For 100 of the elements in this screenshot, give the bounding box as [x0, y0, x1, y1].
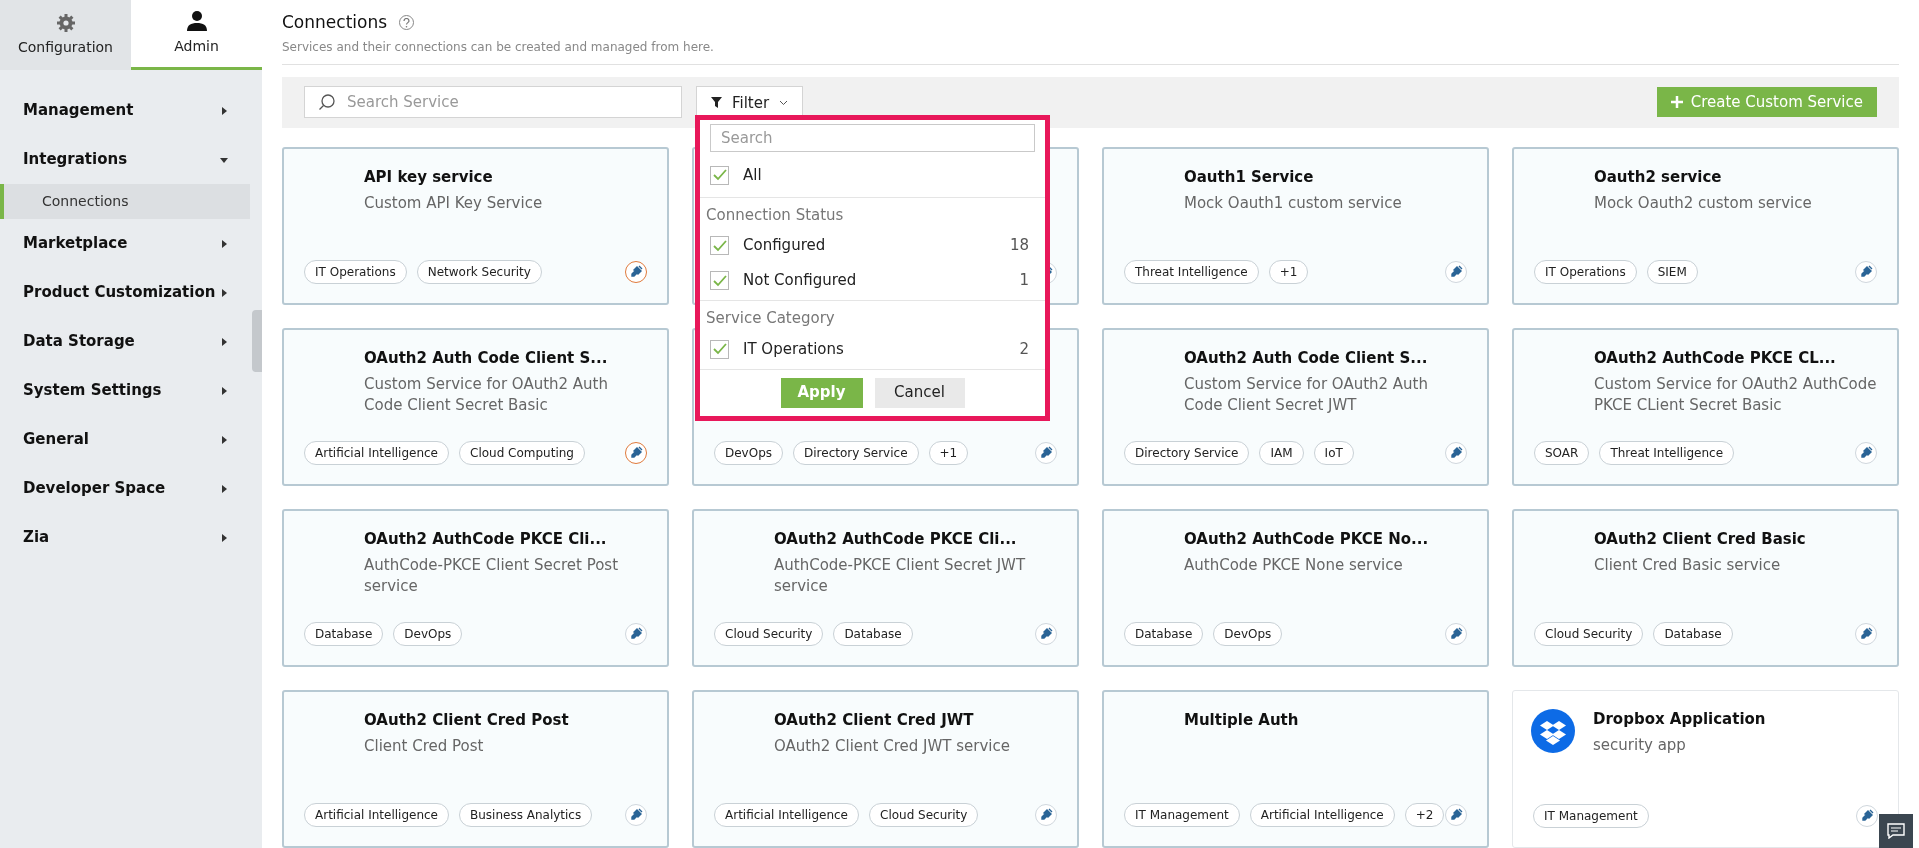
- service-title: API key service: [364, 167, 494, 187]
- category-tag: Artificial Intelligence: [304, 803, 449, 827]
- search-field[interactable]: Search Service: [304, 86, 682, 119]
- filter-group-heading: Connection Status: [705, 204, 845, 226]
- checkbox[interactable]: [710, 339, 729, 359]
- service-card[interactable]: OAuth2 Auth Code Client S... Custom Service for OAuth2 Auth Code Client Secret JWT Directory Service IAM IoT: [1102, 328, 1489, 486]
- caret-right-icon: [220, 484, 228, 493]
- page-subtitle: Services and their connections can be created and managed from here.: [282, 38, 715, 56]
- service-title: OAuth2 AuthCode PKCE Cli...: [364, 529, 608, 549]
- chat-icon: [1887, 823, 1905, 839]
- checkbox[interactable]: [710, 271, 729, 290]
- service-card[interactable]: OAuth2 Auth Code Client S... Custom Service for OAuth2 Auth Code Client Secret Basic Artificial Intelligence Cloud Computing: [282, 328, 669, 486]
- funnel-icon: [711, 97, 722, 109]
- service-card[interactable]: API key service Custom API Key Service IT Operations Network Security: [282, 147, 669, 305]
- plus-icon: [1670, 96, 1683, 109]
- search-icon: [318, 93, 336, 112]
- service-card[interactable]: OAuth2 AuthCode PKCE Cli... AuthCode-PKCE Client Secret JWT service Cloud Security Database: [692, 509, 1079, 667]
- service-description: Client Cred Post: [364, 736, 485, 757]
- service-card[interactable]: Oauth1 Service Mock Oauth1 custom service Threat Intelligence +1: [1102, 147, 1489, 305]
- gear-icon: [55, 12, 76, 33]
- category-tag: Cloud Security: [869, 803, 979, 827]
- service-description: AuthCode-PKCE Client Secret Post service: [364, 555, 620, 597]
- category-tag: Business Analytics: [459, 803, 593, 827]
- filter-option[interactable]: All: [700, 160, 1045, 198]
- service-description: Mock Oauth2 custom service: [1594, 193, 1812, 214]
- chat-button[interactable]: [1879, 814, 1913, 848]
- service-card[interactable]: OAuth2 AuthCode PKCE Cli... AuthCode-PKCE Client Secret Post service Database DevOps: [282, 509, 669, 667]
- category-tag: IT Management: [1533, 804, 1649, 828]
- service-card[interactable]: OAuth2 Client Cred Basic Client Cred Basic service Cloud Security Database: [1512, 509, 1899, 667]
- filter-search-field[interactable]: Search: [710, 124, 1035, 152]
- service-title: Dropbox Application: [1593, 709, 1766, 729]
- service-title: OAuth2 Auth Code Client S...: [1184, 348, 1429, 368]
- category-tag: IT Operations: [304, 260, 407, 284]
- category-tag: SIEM: [1646, 260, 1698, 284]
- plug-icon[interactable]: [625, 442, 647, 464]
- caret-right-icon: [220, 337, 228, 346]
- nav-item[interactable]: Marketplace: [0, 219, 250, 268]
- nav-item[interactable]: Data Storage: [0, 317, 250, 366]
- category-tag: Threat Intelligence: [1124, 260, 1259, 284]
- caret-down-icon: [220, 155, 228, 164]
- category-tag: Database: [1124, 622, 1204, 646]
- service-description: OAuth2 Client Cred JWT service: [774, 736, 1010, 757]
- filter-group-heading: Service Category: [705, 308, 836, 329]
- service-description: security app: [1593, 735, 1687, 756]
- category-tag: Database: [304, 622, 384, 646]
- category-tag: DevOps: [714, 441, 784, 465]
- option-count: 18: [1009, 235, 1030, 257]
- service-description: Custom Service for OAuth2 Auth Code Client Secret JWT: [1184, 374, 1429, 416]
- service-card[interactable]: Oauth2 service Mock Oauth2 custom service IT Operations SIEM: [1512, 147, 1899, 305]
- chevron-down-icon: [779, 99, 789, 106]
- nav-item[interactable]: Integrations: [0, 135, 250, 184]
- top-tab[interactable]: Admin: [131, 0, 262, 70]
- category-tag: Artificial Intelligence: [714, 803, 859, 827]
- top-tab[interactable]: Configuration: [0, 0, 131, 70]
- service-card[interactable]: OAuth2 AuthCode PKCE No... AuthCode PKCE None service Database DevOps: [1102, 509, 1489, 667]
- category-tag: Network Security: [416, 260, 542, 284]
- filter-option[interactable]: Not Configured 1: [700, 263, 1045, 298]
- service-title: OAuth2 AuthCode PKCE Cli...: [774, 529, 1018, 549]
- category-tag: IT Operations: [1534, 260, 1637, 284]
- category-tag: Directory Service: [793, 441, 919, 465]
- collapse-handle[interactable]: [252, 310, 262, 372]
- category-tag: Threat Intelligence: [1599, 441, 1735, 465]
- category-tag: IAM: [1259, 441, 1304, 465]
- category-tag: +2: [1404, 803, 1445, 827]
- service-title: Oauth2 service: [1594, 167, 1723, 187]
- checkbox[interactable]: [710, 165, 729, 185]
- service-description: AuthCode-PKCE Client Secret JWT service: [774, 555, 1027, 597]
- service-description: AuthCode PKCE None service: [1184, 555, 1404, 576]
- category-tag: Database: [833, 622, 913, 646]
- category-tag: IoT: [1313, 441, 1354, 465]
- category-tag: Cloud Security: [1534, 622, 1644, 646]
- nav-item[interactable]: General: [0, 415, 250, 464]
- service-title: Oauth1 Service: [1184, 167, 1315, 187]
- nav-item[interactable]: Product Customization: [0, 268, 250, 317]
- service-card[interactable]: OAuth2 AuthCode PKCE CL... Custom Service for OAuth2 AuthCode PKCE CLient Secret Basic SOAR Threat Intelligence: [1512, 328, 1899, 486]
- category-tag: DevOps: [1213, 622, 1283, 646]
- filter-option[interactable]: Configured 18: [700, 228, 1045, 263]
- caret-right-icon: [220, 288, 228, 297]
- nav-subitem[interactable]: Connections: [0, 184, 250, 219]
- checkbox[interactable]: [710, 236, 729, 255]
- service-card[interactable]: Multiple Auth IT Management Artificial Intelligence +2: [1102, 690, 1489, 848]
- box-logo-icon: [1531, 709, 1575, 753]
- caret-right-icon: [220, 239, 228, 248]
- service-title: Multiple Auth: [1184, 710, 1299, 730]
- nav-item[interactable]: Management: [0, 86, 250, 135]
- caret-right-icon: [220, 386, 228, 395]
- plug-icon[interactable]: [625, 261, 647, 283]
- service-title: OAuth2 Client Cred Post: [364, 710, 569, 730]
- service-card[interactable]: Dropbox Application security app IT Management: [1512, 690, 1899, 848]
- cancel-button[interactable]: Cancel: [874, 377, 965, 408]
- category-tag: Database: [1653, 622, 1733, 646]
- service-card[interactable]: OAuth2 Client Cred Post Client Cred Post Artificial Intelligence Business Analytics: [282, 690, 669, 848]
- nav-item[interactable]: Zia: [0, 513, 250, 562]
- caret-right-icon: [220, 533, 228, 542]
- service-card[interactable]: OAuth2 Client Cred JWT OAuth2 Client Cred JWT service Artificial Intelligence Cloud Security: [692, 690, 1079, 848]
- category-tag: Artificial Intelligence: [304, 441, 449, 465]
- filter-option[interactable]: IT Operations 2: [700, 331, 1045, 367]
- service-description: Mock Oauth1 custom service: [1184, 193, 1402, 214]
- nav-item[interactable]: System Settings: [0, 366, 250, 415]
- nav-item[interactable]: Developer Space: [0, 464, 250, 513]
